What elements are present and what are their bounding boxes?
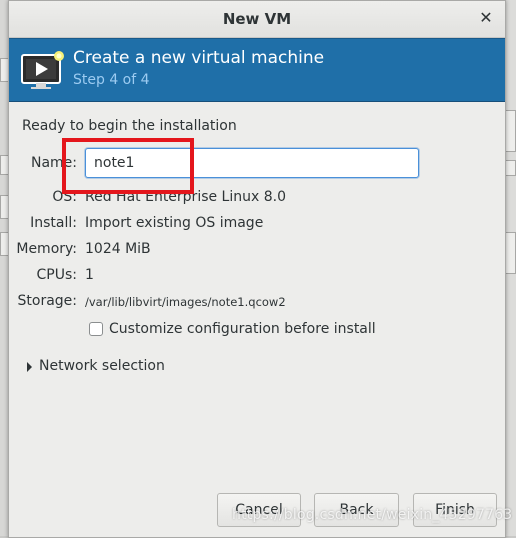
monitor-sparkle-icon [21,51,64,89]
storage-label: Storage: [17,293,78,309]
watermark-text: https://blog.csdn.net/weixin_45297763 [232,507,513,523]
new-vm-dialog: New VM ✕ Create a new virtual machine St… [8,0,506,538]
close-icon[interactable]: ✕ [477,9,495,27]
install-label: Install: [30,215,77,231]
summary-heading: Ready to begin the installation [22,118,237,134]
cpus-label: CPUs: [36,267,77,283]
annotation-highlight-box [62,138,194,194]
window-title: New VM [222,10,292,28]
customize-label[interactable]: Customize configuration before install [109,321,376,337]
memory-label: Memory: [16,241,77,257]
customize-checkbox[interactable] [89,322,103,336]
network-selection-label[interactable]: Network selection [39,358,165,374]
install-value: Import existing OS image [85,215,264,231]
expander-arrow-icon [27,362,32,372]
banner-title: Create a new virtual machine [73,48,325,68]
cpus-value: 1 [85,267,94,283]
banner-step: Step 4 of 4 [73,72,150,88]
memory-value: 1024 MiB [85,241,151,257]
wizard-banner: Create a new virtual machine Step 4 of 4 [9,38,505,102]
storage-value: /var/lib/libvirt/images/note1.qcow2 [85,295,286,309]
title-bar: New VM ✕ [9,1,505,38]
